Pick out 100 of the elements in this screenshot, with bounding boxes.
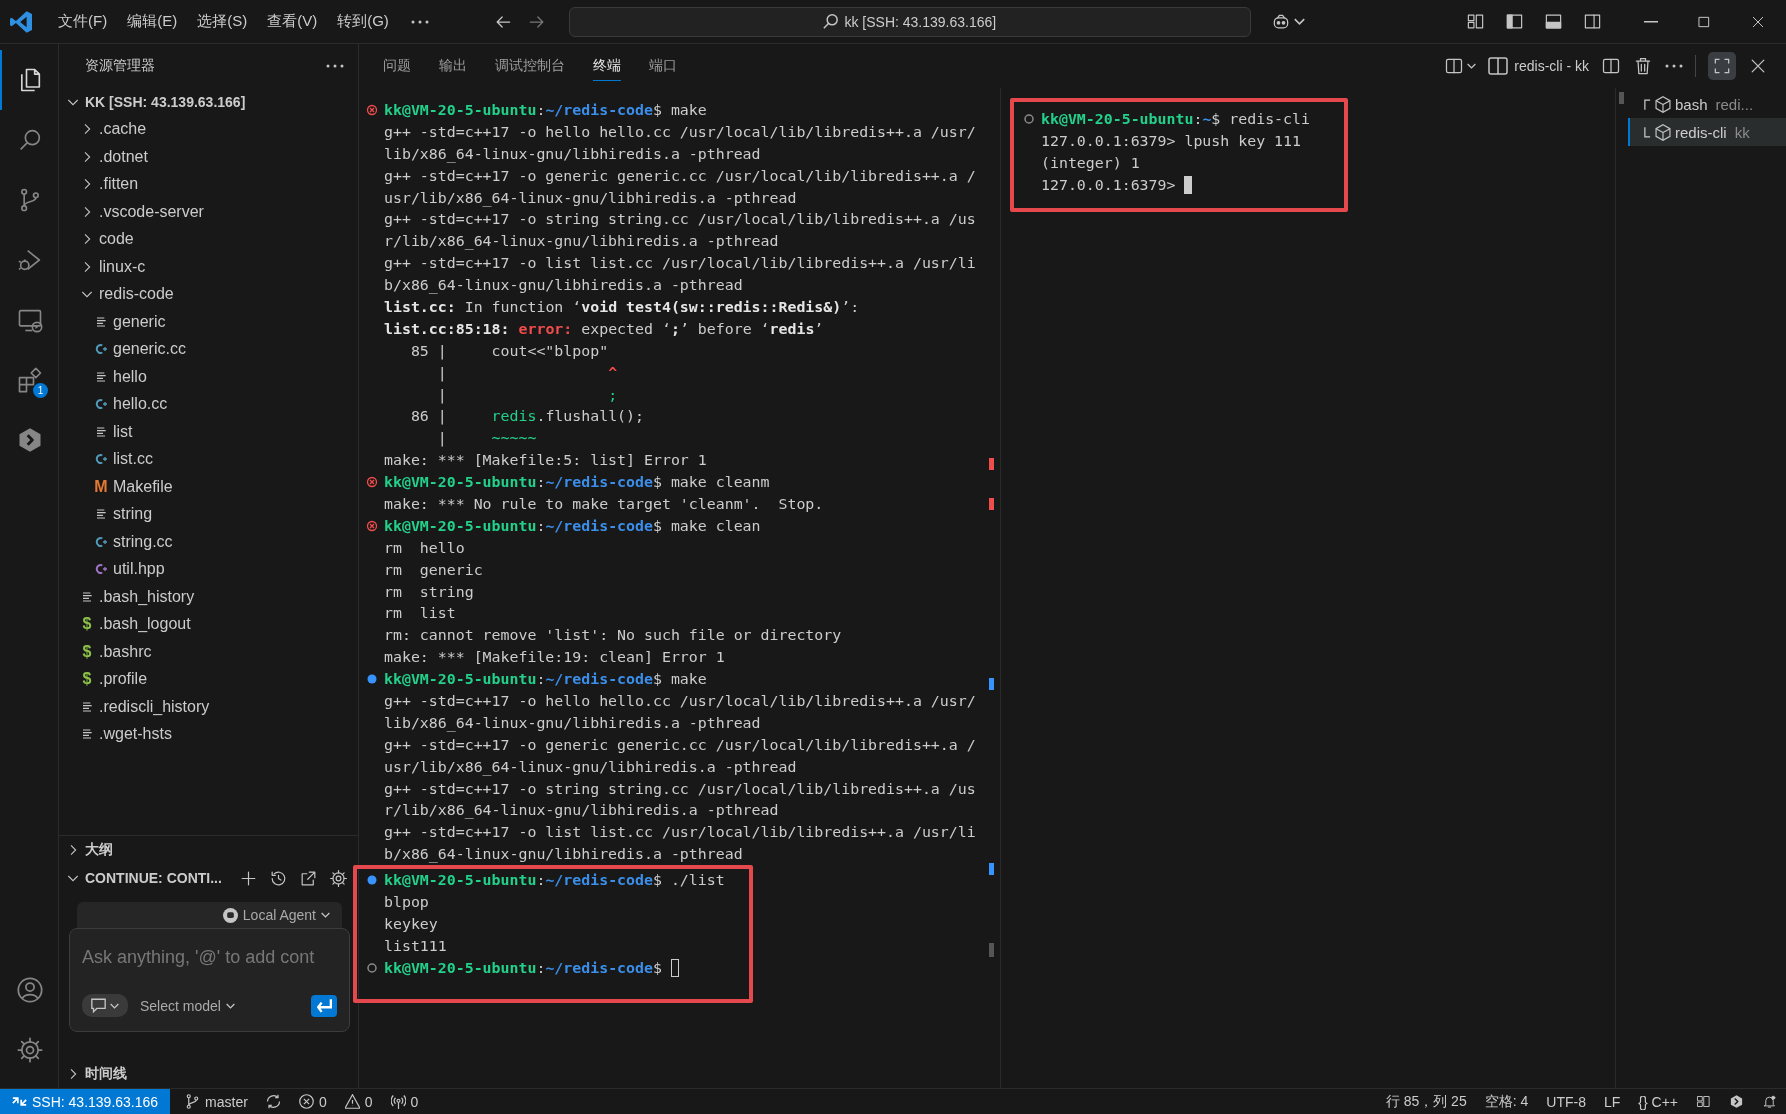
layout-icon xyxy=(1466,12,1485,31)
file-item[interactable]: string xyxy=(113,505,153,524)
maximize-panel-icon[interactable] xyxy=(1708,52,1736,80)
folder-item[interactable]: code xyxy=(99,230,134,249)
menu-item[interactable]: 选择(S) xyxy=(189,8,256,35)
more-icon[interactable] xyxy=(326,64,344,68)
terminal-line: blpop xyxy=(384,893,429,911)
success-marker-icon[interactable] xyxy=(365,874,378,887)
terminal-line: list.cc:85:18: error: expected ‘;’ before ‘redis’ xyxy=(384,319,824,338)
terminal-line: 86 | redis.flushall(); xyxy=(409,407,644,426)
panel-tab[interactable]: 问题 xyxy=(383,51,411,81)
section-title[interactable]: CONTINUE: CONTI... xyxy=(85,870,222,886)
terminal-line: kk@VM-20-5-ubuntu:~/redis-code$ make cleanm xyxy=(384,473,770,492)
file-item[interactable]: .profile xyxy=(99,670,148,689)
status-item[interactable]: {} C++ xyxy=(1629,1089,1687,1114)
folder-item[interactable]: linux-c xyxy=(99,257,146,276)
ports-status[interactable]: 0 xyxy=(381,1089,428,1114)
errors-status[interactable]: 0 xyxy=(289,1089,336,1114)
file-item[interactable]: .rediscli_history xyxy=(99,697,210,716)
mode-dropdown[interactable] xyxy=(82,994,128,1017)
error-marker-icon[interactable] xyxy=(365,519,378,532)
file-item[interactable]: generic.cc xyxy=(113,340,186,359)
terminal-line: r/lib/x86_64-linux-gnu/libhiredis.a -pthread xyxy=(384,801,779,820)
terminal-line: rm list xyxy=(384,604,456,623)
section-title[interactable]: 时间线 xyxy=(85,1065,127,1083)
more-icon[interactable] xyxy=(410,19,429,24)
section-title[interactable]: 大纲 xyxy=(85,841,113,859)
terminal-line: | ^ xyxy=(436,363,618,382)
panel-tab[interactable]: 端口 xyxy=(649,51,677,81)
terminal-line: rm: cannot remove 'list': No such file or directory xyxy=(384,626,842,645)
file-item[interactable]: list xyxy=(113,422,133,441)
file-type-icon: $ xyxy=(79,670,95,689)
activity-bar-item[interactable]: 1 xyxy=(0,350,58,410)
folder-item[interactable]: .vscode-server xyxy=(99,202,204,221)
error-marker-icon[interactable] xyxy=(365,476,378,489)
file-item[interactable]: .bash_history xyxy=(99,587,195,606)
sidebar-toggle-icon xyxy=(1505,12,1524,31)
caret-icon xyxy=(110,1002,119,1009)
folder-item[interactable]: .dotnet xyxy=(99,147,148,166)
menu-item[interactable]: 编辑(E) xyxy=(119,8,186,35)
file-item[interactable]: string.cc xyxy=(113,532,173,551)
menu-item[interactable]: 文件(F) xyxy=(50,8,116,35)
terminal-switcher[interactable]: redis-cli - kk xyxy=(1488,56,1589,76)
file-item[interactable]: generic xyxy=(113,312,166,331)
sidebar-title: 资源管理器 xyxy=(85,57,155,75)
extensions-icon xyxy=(16,366,44,394)
file-item[interactable]: .wget-hsts xyxy=(99,725,172,744)
caret-icon xyxy=(225,1002,235,1009)
terminal-line: kk@VM-20-5-ubuntu:~/redis-code$ make xyxy=(384,670,707,689)
chat-input[interactable]: Ask anything, '@' to add cont Select model xyxy=(69,928,350,1032)
trash-icon xyxy=(1633,56,1653,76)
branch-icon xyxy=(185,1094,201,1109)
terminal-tab[interactable]: redis-cli kk xyxy=(1628,118,1786,146)
app-logo-icon[interactable] xyxy=(10,10,32,33)
panel-tab[interactable]: 输出 xyxy=(439,51,467,81)
menu-item[interactable]: 查看(V) xyxy=(259,8,326,35)
panel-tab[interactable]: 终端 xyxy=(593,51,621,81)
error-marker-icon[interactable] xyxy=(365,103,378,116)
status-item[interactable]: 空格: 4 xyxy=(1475,1089,1538,1114)
terminal-line: rm hello xyxy=(384,538,465,557)
folder-item[interactable]: redis-code xyxy=(99,285,174,304)
terminal-line: g++ -std=c++17 -o generic generic.cc /usr/local/lib/libredis++.a / xyxy=(384,166,976,185)
terminal-line: g++ -std=c++17 -o list list.cc /usr/local/lib/libredis++.a /usr/li xyxy=(384,823,976,842)
status-item[interactable]: LF xyxy=(1594,1089,1630,1114)
success-marker-icon[interactable] xyxy=(365,673,378,686)
idle-marker-icon[interactable] xyxy=(1022,112,1035,125)
hexagon-icon xyxy=(1729,1094,1744,1109)
file-type-icon: $ xyxy=(79,615,95,634)
remote-indicator[interactable]: SSH: 43.139.63.166 xyxy=(0,1089,171,1114)
file-item[interactable]: .bashrc xyxy=(99,642,152,661)
terminal-line: g++ -std=c++17 -o generic generic.cc /usr/local/lib/libredis++.a / xyxy=(384,735,976,754)
settings-icon xyxy=(329,868,348,888)
minimize-icon[interactable] xyxy=(1644,20,1658,23)
terminal-tab[interactable]: bash redi... xyxy=(1628,90,1786,118)
file-item[interactable]: list.cc xyxy=(113,450,153,469)
menu-item[interactable]: 转到(G) xyxy=(329,8,397,35)
terminal-line: (integer) 1 xyxy=(1041,153,1140,172)
folder-item[interactable]: KK [SSH: 43.139.63.166] xyxy=(85,93,246,110)
status-item[interactable]: UTF-8 xyxy=(1537,1089,1595,1114)
model-dropdown[interactable]: Select model xyxy=(140,997,235,1014)
terminal-line: 127.0.0.1:6379> xyxy=(1041,175,1176,194)
scrollbar-thumb[interactable] xyxy=(1619,92,1624,104)
folder-item[interactable]: .cache xyxy=(99,120,147,139)
command-center[interactable]: kk [SSH: 43.139.63.166] xyxy=(568,6,1251,37)
folder-item[interactable]: .fitten xyxy=(99,175,139,194)
file-item[interactable]: .bash_logout xyxy=(99,615,191,634)
warnings-status[interactable]: 0 xyxy=(335,1089,382,1114)
more-icon[interactable] xyxy=(1665,64,1683,68)
send-button[interactable] xyxy=(311,994,337,1017)
terminal-line: 127.0.0.1:6379> lpush key 111 xyxy=(1041,131,1301,150)
file-item[interactable]: hello.cc xyxy=(113,395,168,414)
file-item[interactable]: hello xyxy=(113,367,147,386)
file-item[interactable]: util.hpp xyxy=(113,560,165,579)
branch-status[interactable]: master xyxy=(176,1089,257,1114)
panel-tab[interactable]: 调试控制台 xyxy=(495,51,565,81)
status-item[interactable]: 行 85，列 25 xyxy=(1376,1089,1476,1114)
idle-marker-icon[interactable] xyxy=(365,961,378,974)
terminal-line: kk@VM-20-5-ubuntu:~/redis-code$ make xyxy=(384,100,707,119)
file-item[interactable]: Makefile xyxy=(113,477,173,496)
agent-dropdown[interactable]: Local Agent xyxy=(222,902,330,928)
